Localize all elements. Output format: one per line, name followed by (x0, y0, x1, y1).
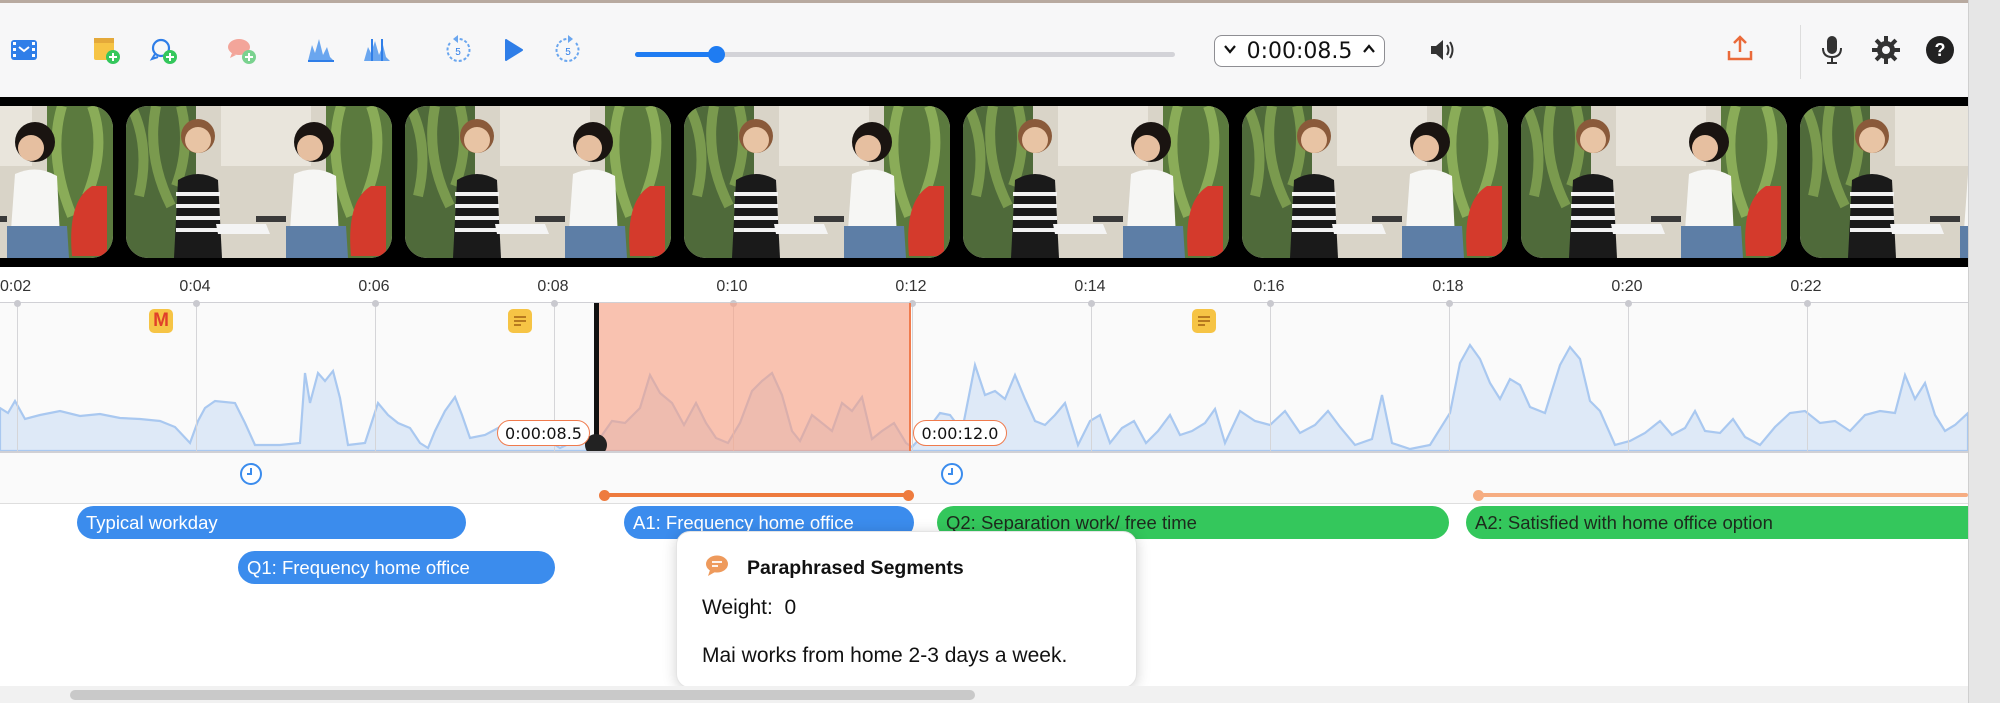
video-frame-thumbnail[interactable] (405, 106, 671, 258)
grid-line (1449, 303, 1450, 451)
tooltip-text: Mai works from home 2-3 days a week. (702, 644, 1068, 667)
tick-dot (551, 300, 558, 307)
tick-dot (1267, 300, 1274, 307)
selection-end-time: 0:00:12.0 (913, 420, 1007, 446)
time-ruler: 0:02 0:04 0:06 0:08 0:10 0:12 0:14 0:16 … (0, 267, 1968, 304)
ruler-tick-label: 0:18 (1432, 278, 1464, 295)
memo-letter: M (153, 310, 169, 331)
segment-a2-satisfied-home-office[interactable]: A2: Satisfied with home office option (1466, 506, 1968, 539)
svg-text:5: 5 (455, 47, 461, 58)
svg-text:5: 5 (565, 47, 571, 58)
grid-line (1807, 303, 1808, 451)
video-frame-thumbnail[interactable] (1521, 106, 1787, 258)
add-memo-icon[interactable] (143, 30, 183, 70)
forward-5-icon[interactable]: 5 (548, 30, 588, 70)
tick-dot (1088, 300, 1095, 307)
playback-slider-fill (635, 52, 716, 57)
range-start-handle[interactable] (599, 490, 610, 501)
export-icon[interactable] (1720, 29, 1760, 69)
time-stepper[interactable]: 0:00:08.5 (1214, 35, 1385, 67)
video-frame-thumbnail[interactable] (1242, 106, 1508, 258)
ruler-tick-label: 0:14 (1074, 278, 1106, 295)
comment-icon (704, 554, 730, 583)
playback-slider[interactable] (635, 46, 1175, 63)
tooltip-header: Paraphrased Segments (704, 554, 964, 583)
tick-dot (14, 300, 21, 307)
grid-line (1628, 303, 1629, 451)
help-icon[interactable]: ? (1920, 30, 1960, 70)
film-strip-icon[interactable] (4, 30, 44, 70)
tooltip-weight: Weight: 0 (702, 596, 796, 620)
chevron-up-icon[interactable] (1362, 42, 1376, 61)
video-frame-thumbnail[interactable] (684, 106, 950, 258)
media-timeline-app: 5 5 0:00:08.5 ? 0:02 0:04 0:06 0:08 0:10… (0, 0, 1968, 703)
segment-range-bar[interactable] (604, 493, 908, 497)
tick-dot (1804, 300, 1811, 307)
rewind-5-icon[interactable]: 5 (438, 30, 478, 70)
note-icon[interactable] (508, 309, 532, 333)
tick-dot (1446, 300, 1453, 307)
playback-slider-thumb[interactable] (708, 46, 725, 63)
ruler-tick-label: 0:04 (179, 278, 211, 295)
selection-range[interactable] (597, 303, 911, 451)
ruler-tick-label: 0:22 (1790, 278, 1822, 295)
playhead[interactable] (594, 303, 599, 443)
grid-line (1091, 303, 1092, 451)
waveform-edit-icon[interactable] (357, 30, 397, 70)
ruler-tick-label: 0:10 (716, 278, 748, 295)
current-time-value: 0:00:08.5 (1246, 38, 1353, 64)
grid-line (196, 303, 197, 451)
video-frame-thumbnail[interactable] (1800, 106, 1968, 258)
grid-line (375, 303, 376, 451)
grid-line (17, 303, 18, 451)
video-frame-thumbnail[interactable] (126, 106, 392, 258)
ruler-tick-label: 0:20 (1611, 278, 1643, 295)
segment-q1-frequency-home-office[interactable]: Q1: Frequency home office (238, 551, 555, 584)
note-icon[interactable] (1192, 309, 1216, 333)
tick-dot (1625, 300, 1632, 307)
grid-line (1270, 303, 1271, 451)
range-start-handle[interactable] (1473, 490, 1484, 501)
waveform-icon[interactable] (301, 30, 341, 70)
svg-text:?: ? (1935, 40, 1946, 60)
ruler-tick-label: 0:08 (537, 278, 569, 295)
clock-icon[interactable] (239, 462, 263, 486)
memo-badge[interactable]: M (149, 309, 173, 333)
ruler-tick-label: 0:16 (1253, 278, 1285, 295)
settings-icon[interactable] (1866, 30, 1906, 70)
chevron-down-icon[interactable] (1223, 42, 1237, 61)
microphone-icon[interactable] (1812, 30, 1852, 70)
segment-tooltip: Paraphrased Segments Weight: 0 Mai works… (676, 531, 1137, 688)
ruler-tick-label: 0:12 (895, 278, 927, 295)
toolbar: 5 5 0:00:08.5 ? (0, 3, 1968, 98)
range-end-handle[interactable] (903, 490, 914, 501)
video-frame-thumbnail[interactable] (963, 106, 1229, 258)
ruler-tick-label: 0:02 (0, 278, 32, 295)
segment-typical-workday[interactable]: Typical workday (77, 506, 466, 539)
add-comment-icon[interactable] (221, 30, 261, 70)
tick-dot (372, 300, 379, 307)
video-filmstrip[interactable] (0, 97, 1968, 267)
volume-icon[interactable] (1423, 30, 1463, 70)
weight-label: Weight: (702, 596, 773, 619)
selection-start-time: 0:00:08.5 (497, 420, 590, 446)
add-document-icon[interactable] (85, 30, 125, 70)
play-icon[interactable] (493, 30, 533, 70)
toolbar-separator (1800, 25, 1801, 79)
weight-value: 0 (784, 596, 797, 619)
tooltip-title: Paraphrased Segments (747, 557, 964, 579)
scrollbar-thumb[interactable] (70, 690, 975, 700)
window-edge (1968, 0, 2000, 703)
video-frame-thumbnail[interactable] (0, 106, 113, 258)
ruler-tick-label: 0:06 (358, 278, 390, 295)
segment-range-bar[interactable] (1478, 493, 1968, 497)
clock-icon[interactable] (940, 462, 964, 486)
horizontal-scrollbar[interactable] (0, 686, 1968, 703)
tick-dot (193, 300, 200, 307)
